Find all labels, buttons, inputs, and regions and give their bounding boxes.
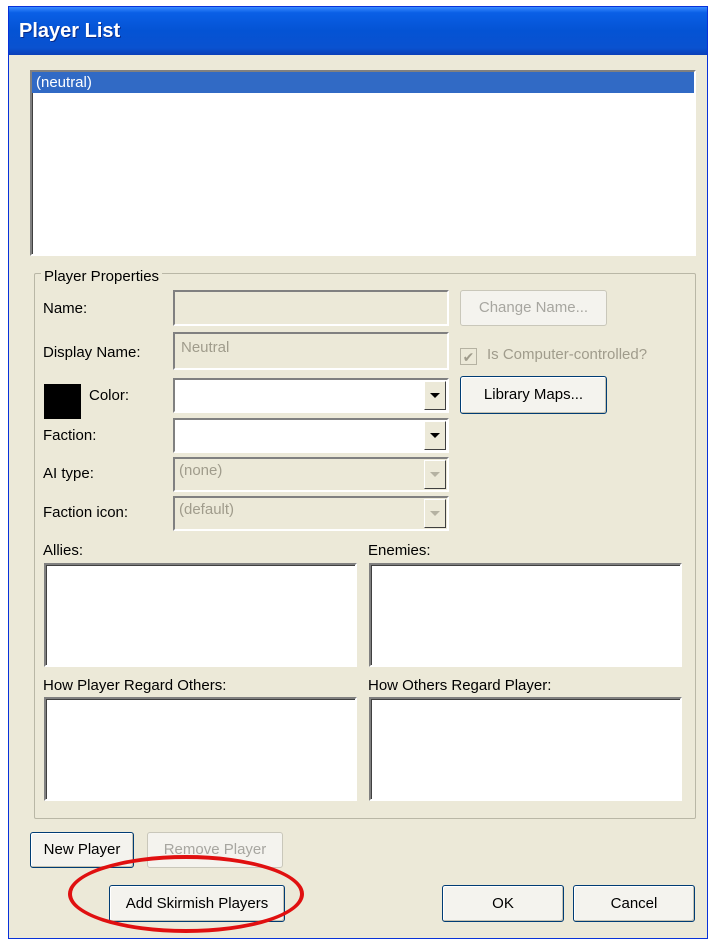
computer-controlled-checkbox[interactable]: ✔ [460, 348, 477, 365]
display-name-value: Neutral [181, 339, 230, 356]
enemies-label: Enemies: [368, 542, 431, 559]
chevron-down-icon[interactable] [424, 460, 446, 489]
display-name-field[interactable]: Neutral [173, 332, 449, 370]
group-label: Player Properties [41, 268, 163, 285]
title-bar[interactable]: Player List [9, 7, 707, 55]
add-skirmish-players-button[interactable]: Add Skirmish Players [109, 885, 285, 922]
computer-controlled-label: Is Computer-controlled? [487, 346, 648, 363]
faction-icon-label: Faction icon: [43, 504, 129, 521]
enemies-listbox[interactable] [369, 563, 682, 667]
library-maps-button[interactable]: Library Maps... [460, 376, 607, 414]
window-title: Player List [19, 20, 121, 42]
chevron-down-icon[interactable] [424, 499, 446, 528]
others-regard-label: How Others Regard Player: [368, 677, 552, 694]
faction-dropdown[interactable] [173, 418, 449, 453]
chevron-down-icon[interactable] [424, 421, 446, 450]
color-dropdown[interactable] [173, 378, 449, 413]
faction-icon-dropdown[interactable]: (default) [173, 496, 449, 531]
regard-others-label: How Player Regard Others: [43, 677, 227, 694]
faction-icon-value: (default) [179, 501, 235, 518]
ai-type-dropdown[interactable]: (none) [173, 457, 449, 492]
regard-others-listbox[interactable] [44, 697, 357, 801]
color-swatch[interactable] [44, 384, 81, 419]
ok-button[interactable]: OK [442, 885, 564, 922]
color-label: Color: [89, 387, 130, 404]
display-name-label: Display Name: [43, 344, 141, 361]
change-name-button[interactable]: Change Name... [460, 290, 607, 326]
remove-player-button[interactable]: Remove Player [147, 832, 283, 868]
player-list-window: Player List (neutral) Player Properties … [8, 6, 708, 939]
players-listbox[interactable]: (neutral) [30, 70, 696, 256]
name-label: Name: [43, 300, 88, 317]
list-item[interactable]: (neutral) [32, 72, 694, 93]
name-field[interactable] [173, 290, 449, 326]
chevron-down-icon[interactable] [424, 381, 446, 410]
new-player-button[interactable]: New Player [30, 832, 134, 868]
checkmark-icon: ✔ [462, 348, 475, 365]
ai-type-label: AI type: [43, 465, 94, 482]
ai-type-value: (none) [179, 462, 223, 479]
cancel-button[interactable]: Cancel [573, 885, 695, 922]
faction-label: Faction: [43, 427, 97, 444]
allies-listbox[interactable] [44, 563, 357, 667]
others-regard-listbox[interactable] [369, 697, 682, 801]
allies-label: Allies: [43, 542, 84, 559]
